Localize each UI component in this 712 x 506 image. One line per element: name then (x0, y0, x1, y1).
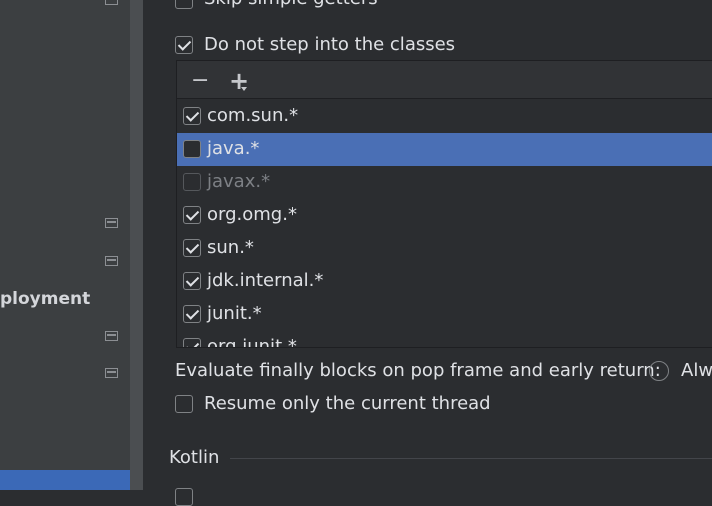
list-item[interactable]: sun.* (177, 232, 712, 265)
class-filter-checkbox[interactable] (183, 206, 201, 224)
class-filter-checkbox[interactable] (183, 173, 201, 191)
list-item[interactable]: com.sun.* (177, 100, 712, 133)
class-filter-pattern: org.junit.* (207, 336, 297, 348)
project-level-icon (105, 256, 118, 266)
list-item[interactable]: org.omg.* (177, 199, 712, 232)
project-level-icon (105, 218, 118, 228)
settings-sidebar: ployment (0, 0, 130, 490)
class-filter-pattern: jdk.internal.* (207, 270, 324, 291)
kotlin-option-checkbox[interactable] (175, 488, 193, 506)
section-separator (230, 458, 712, 459)
sidebar-scrollbar[interactable] (130, 0, 143, 490)
project-level-icon (105, 0, 118, 5)
project-level-icon (105, 368, 118, 378)
evaluate-finally-option-label: Alw (681, 360, 712, 381)
class-filter-pattern: junit.* (207, 303, 262, 324)
resume-only-checkbox[interactable] (175, 395, 193, 413)
class-filter-checkbox[interactable] (183, 272, 201, 290)
class-filter-pattern: sun.* (207, 237, 254, 258)
kotlin-section-title: Kotlin (169, 447, 220, 468)
class-filter-pattern: org.omg.* (207, 204, 297, 225)
evaluate-finally-label: Evaluate finally blocks on pop frame and… (175, 360, 661, 381)
evaluate-finally-always-radio[interactable] (649, 361, 669, 381)
class-filter-pattern: java.* (207, 138, 260, 159)
list-item[interactable]: junit.* (177, 298, 712, 331)
class-filter-checkbox[interactable] (183, 107, 201, 125)
list-toolbar: − + (177, 61, 712, 99)
skip-simple-getters-label: Skip simple getters (204, 0, 378, 9)
class-filter-checkbox[interactable] (183, 305, 201, 323)
sidebar-item-deployment[interactable]: ployment (0, 289, 90, 309)
list-item[interactable]: org.junit.* (177, 331, 712, 348)
dropdown-arrow-icon (241, 87, 247, 91)
do-not-step-label: Do not step into the classes (204, 34, 456, 55)
class-filter-pattern: javax.* (207, 171, 271, 192)
class-filter-checkbox[interactable] (183, 338, 201, 347)
class-filter-checkbox[interactable] (183, 140, 201, 158)
skip-simple-getters-checkbox[interactable] (175, 0, 193, 9)
class-filters-list: − + com.sun.* java.* javax.* org.omg.* sun.*… (176, 60, 712, 348)
resume-only-label: Resume only the current thread (204, 393, 491, 414)
list-item[interactable]: jdk.internal.* (177, 265, 712, 298)
list-item[interactable]: java.* (177, 133, 712, 166)
sidebar-selected-item[interactable] (0, 470, 130, 490)
project-level-icon (105, 331, 118, 341)
class-filter-checkbox[interactable] (183, 239, 201, 257)
class-filter-pattern: com.sun.* (207, 105, 299, 126)
do-not-step-checkbox[interactable] (175, 36, 193, 54)
list-item[interactable]: javax.* (177, 166, 712, 199)
minus-icon[interactable]: − (191, 70, 209, 92)
